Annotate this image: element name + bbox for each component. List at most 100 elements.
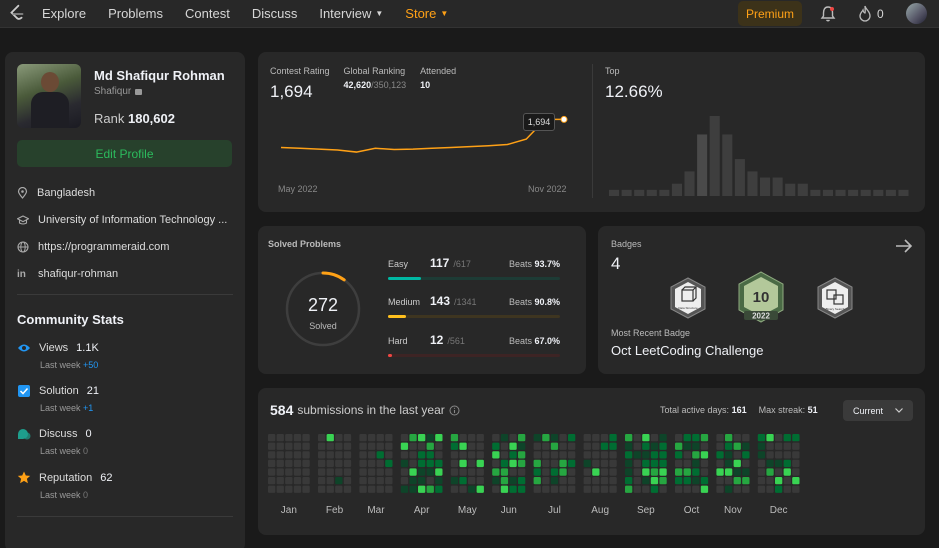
- linkedin-link[interactable]: shafiqur-rohman: [38, 268, 118, 280]
- heatmap-cell: [792, 442, 800, 450]
- heatmap-cell: [268, 442, 276, 450]
- badge-year: 2022: [752, 312, 770, 321]
- heatmap-cell: [509, 459, 517, 468]
- heatmap-cell: [659, 442, 667, 450]
- histogram-bar: [697, 134, 708, 196]
- heatmap-cell: [418, 468, 426, 476]
- heatmap-cell: [285, 442, 293, 450]
- heatmap-cell: [783, 459, 791, 468]
- heatmap-cell: [675, 468, 683, 476]
- heatmap-cell: [550, 451, 559, 459]
- stat-delta: 0: [83, 490, 89, 500]
- binary-search-badge[interactable]: Binary Search: [815, 276, 855, 320]
- heatmap-cell: [326, 468, 334, 476]
- data-structure-badge[interactable]: Data Structure: [668, 276, 708, 320]
- heatmap-cell: [792, 485, 800, 493]
- heatmap-cell: [435, 451, 443, 459]
- linkedin-row[interactable]: in shafiqur-rohman: [17, 268, 233, 280]
- streak-counter[interactable]: 0: [858, 5, 884, 22]
- bell-icon[interactable]: [820, 5, 836, 23]
- profile-username: Shafiqur: [94, 86, 225, 97]
- heatmap-cell: [792, 477, 800, 485]
- histogram-bar: [760, 177, 771, 196]
- heatmap-cell: [376, 451, 384, 459]
- ten-days-badge[interactable]: 10 2022: [736, 270, 786, 326]
- heatmap-cell: [742, 468, 750, 476]
- heatmap-cell: [343, 468, 352, 476]
- heatmap-cell: [568, 477, 576, 485]
- heatmap-cell: [568, 434, 576, 442]
- nav-contest[interactable]: Contest: [185, 6, 230, 21]
- heatmap-cell: [592, 442, 600, 450]
- contest-rating-value: 1,694: [270, 82, 313, 101]
- website-row[interactable]: https://programmeraid.com: [17, 241, 233, 253]
- month-label: Dec: [770, 505, 788, 516]
- rating-point: [560, 115, 568, 123]
- heatmap-cell: [650, 459, 659, 468]
- nav-problems[interactable]: Problems: [108, 6, 163, 21]
- rating-histogram[interactable]: [608, 102, 910, 196]
- heatmap-cell: [625, 485, 633, 493]
- nav-interview[interactable]: Interview ▼: [319, 6, 383, 21]
- heatmap-cell: [559, 485, 567, 493]
- recent-badge-name[interactable]: Oct LeetCoding Challenge: [611, 343, 764, 358]
- separator: [592, 64, 593, 198]
- histogram-bar: [810, 189, 821, 196]
- heatmap-cell: [550, 459, 559, 468]
- username-text: Shafiqur: [94, 86, 132, 97]
- heatmap-cell: [468, 468, 476, 476]
- heatmap-cell: [409, 477, 417, 485]
- heatmap-cell: [716, 434, 724, 442]
- heatmap-cell: [335, 477, 343, 485]
- heatmap-cell: [733, 477, 741, 485]
- year-select[interactable]: Current: [843, 400, 913, 421]
- heatmap-cell: [492, 451, 500, 459]
- submissions-panel: 584 submissions in the last year Total a…: [258, 388, 925, 535]
- heatmap-cell: [783, 442, 791, 450]
- heatmap-cell: [650, 442, 659, 450]
- leetcode-logo-icon[interactable]: [6, 3, 28, 25]
- histogram-bar: [671, 183, 682, 196]
- contest-rating-panel: Contest Rating 1,694 Global Ranking 42,6…: [258, 52, 925, 212]
- website-link[interactable]: https://programmeraid.com: [38, 241, 169, 253]
- heatmap-cell: [542, 485, 550, 493]
- heatmap-cell: [633, 434, 641, 442]
- heatmap-cell: [692, 459, 700, 468]
- nav-store[interactable]: Store ▼: [405, 6, 448, 21]
- heatmap-cell: [268, 477, 276, 485]
- heatmap-cell: [318, 468, 326, 476]
- active-days-value: 161: [731, 405, 747, 415]
- heatmap-cell: [568, 442, 576, 450]
- heatmap-cell: [650, 477, 659, 485]
- nav-discuss[interactable]: Discuss: [252, 6, 298, 21]
- heatmap-cell: [592, 434, 600, 442]
- heatmap-cell: [418, 485, 426, 493]
- difficulty-easy: Easy 117/617 Beats 93.7%: [388, 256, 560, 280]
- month-label: Jan: [281, 505, 297, 516]
- heatmap-cell: [783, 485, 791, 493]
- heatmap-cell: [725, 477, 733, 485]
- nav-explore[interactable]: Explore: [42, 6, 86, 21]
- submission-heatmap[interactable]: Jan Feb Mar Apr May Jun Jul Aug Sep Oct Nov Dec: [268, 434, 918, 534]
- heatmap-cell: [550, 477, 559, 485]
- edit-profile-button[interactable]: Edit Profile: [17, 140, 232, 167]
- stat-sub: Last week 0: [40, 490, 233, 500]
- heatmap-cell: [368, 477, 376, 485]
- heatmap-cell: [518, 451, 526, 459]
- rating-tooltip: 1,694: [523, 113, 555, 131]
- heatmap-cell: [792, 451, 800, 459]
- heatmap-cell: [716, 477, 724, 485]
- heatmap-cell: [492, 459, 500, 468]
- arrow-right-icon[interactable]: [895, 238, 913, 254]
- year-select-value: Current: [853, 405, 884, 416]
- heatmap-cell: [625, 477, 633, 485]
- user-avatar-small[interactable]: [906, 3, 927, 24]
- nav-discuss-label: Discuss: [251, 6, 298, 21]
- difficulty-count: 117: [430, 256, 450, 270]
- heatmap-cell: [683, 485, 691, 493]
- location-icon: [17, 187, 28, 199]
- stat-sub-label: Last week: [40, 360, 81, 370]
- premium-button[interactable]: Premium: [738, 1, 802, 26]
- info-icon[interactable]: [449, 405, 460, 416]
- heatmap-cell: [757, 477, 766, 485]
